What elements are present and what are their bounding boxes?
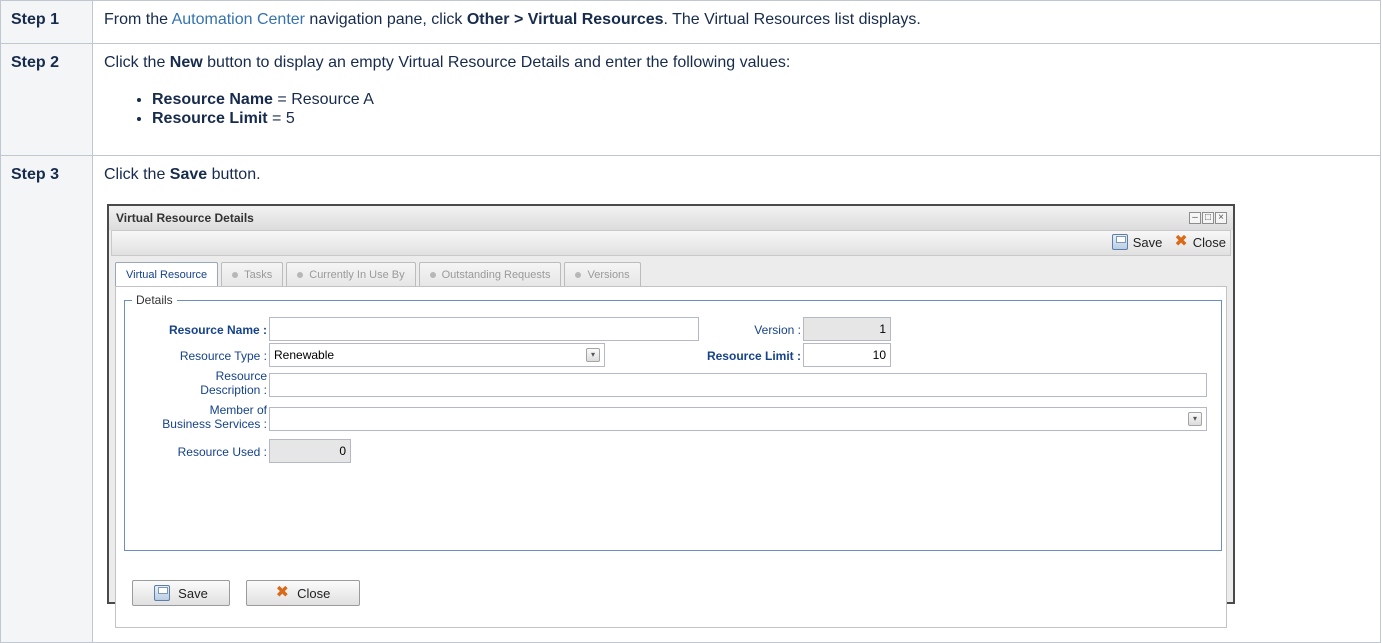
status-dot-icon (297, 271, 304, 278)
step-text: button. (207, 166, 261, 183)
save-icon (154, 585, 171, 601)
toolbar-buttons: Save ✖ Close (1111, 234, 1226, 250)
step-text: Click the (104, 166, 170, 183)
window-titlebar: Virtual Resource Details – □ × (109, 206, 1233, 230)
resource-description-label: Resource Description : (125, 369, 267, 397)
label-line: Member of (209, 403, 267, 417)
label-line: Resource (215, 369, 267, 383)
values-list: Resource Name = Resource A Resource Limi… (104, 90, 1370, 128)
tab-label: Virtual Resource (126, 268, 208, 281)
resource-limit-label: Resource Limit : (706, 349, 801, 363)
minimize-icon[interactable]: – (1189, 212, 1201, 224)
close-icon: ✖ (1174, 233, 1188, 250)
list-item: Resource Name = Resource A (152, 90, 1370, 109)
details-panel: Details Resource Name : Version : 1 Reso… (115, 286, 1227, 628)
steps-table: Step 1 From the Automation Center naviga… (0, 0, 1381, 643)
step-text: . The Virtual Resources list displays. (663, 11, 921, 28)
toolbar-save-label: Save (1132, 234, 1163, 250)
step-row: Step 2 Click the New button to display a… (0, 43, 1381, 156)
maximize-icon[interactable]: □ (1202, 212, 1214, 224)
version-label: Version : (754, 323, 801, 337)
chevron-down-icon[interactable]: ▾ (586, 348, 600, 362)
label-line: Description : (200, 383, 267, 397)
value-text: = Resource A (272, 91, 374, 108)
resource-type-value: Renewable (274, 348, 335, 362)
step-row: Step 3 Click the Save button. Virtual Re… (0, 155, 1381, 643)
value-text: = 5 (267, 110, 295, 127)
tab-versions[interactable]: Versions (564, 262, 641, 286)
step-text: From the (104, 11, 172, 28)
resource-used-field: 0 (269, 439, 351, 463)
toolbar-save-button[interactable]: Save (1111, 234, 1163, 250)
tab-currently-in-use-by[interactable]: Currently In Use By (286, 262, 416, 286)
value-name: Resource Name (152, 91, 273, 108)
chevron-down-icon[interactable]: ▾ (1188, 412, 1202, 426)
status-dot-icon (232, 271, 239, 278)
step-description: Click the Save button. Virtual Resource … (92, 155, 1381, 643)
automation-center-link[interactable]: Automation Center (172, 11, 305, 28)
toolbar-close-label: Close (1192, 234, 1226, 250)
save-button-label: Save (178, 585, 208, 601)
status-dot-icon (429, 271, 436, 278)
step-description: Click the New button to display an empty… (92, 43, 1381, 156)
business-services-select[interactable]: ▾ (269, 407, 1207, 431)
step-label: Step 1 (0, 0, 93, 44)
tab-label: Versions (587, 268, 630, 281)
save-icon (1111, 234, 1128, 250)
step-description: From the Automation Center navigation pa… (92, 0, 1381, 44)
virtual-resource-details-window: Virtual Resource Details – □ × Save ✖ Cl… (107, 204, 1235, 628)
fieldset-legend: Details (136, 293, 173, 307)
step-label: Step 2 (0, 43, 93, 156)
resource-description-input[interactable] (269, 373, 1207, 397)
list-item: Resource Limit = 5 (152, 109, 1370, 128)
label-line: Business Services : (162, 417, 267, 431)
value-name: Resource Limit (152, 110, 268, 127)
resource-type-select[interactable]: Renewable ▾ (269, 343, 605, 367)
window-toolbar: Save ✖ Close (111, 230, 1231, 256)
resource-type-label: Resource Type : (179, 349, 267, 363)
tab-label: Outstanding Requests (441, 268, 551, 281)
step-bold-text: Save (169, 166, 208, 183)
step-row: Step 1 From the Automation Center naviga… (0, 0, 1381, 44)
details-tabs: Virtual Resource Tasks Currently In Use … (115, 262, 1233, 286)
resource-used-label: Resource Used : (177, 445, 267, 459)
step-text: navigation pane, click (304, 11, 467, 28)
step-label: Step 3 (0, 155, 93, 643)
close-icon: ✖ (275, 584, 290, 601)
resource-name-label: Resource Name : (168, 323, 267, 337)
step-text: button to display an empty Virtual Resou… (202, 54, 791, 71)
tab-outstanding-requests[interactable]: Outstanding Requests (418, 262, 562, 286)
tab-virtual-resource[interactable]: Virtual Resource (115, 262, 219, 286)
resource-limit-input[interactable]: 10 (803, 343, 891, 367)
member-of-business-services-label: Member of Business Services : (125, 403, 267, 431)
window-controls: – □ × (1189, 212, 1227, 224)
step-bold-text: New (169, 54, 203, 71)
status-dot-icon (575, 271, 582, 278)
tab-label: Tasks (244, 268, 273, 281)
version-field: 1 (803, 317, 891, 341)
tab-tasks[interactable]: Tasks (221, 262, 284, 286)
save-button[interactable]: Save (132, 580, 230, 606)
window-title: Virtual Resource Details (116, 211, 254, 225)
resource-name-input[interactable] (269, 317, 699, 341)
toolbar-close-button[interactable]: ✖ Close (1174, 234, 1226, 250)
details-fieldset: Details Resource Name : Version : 1 Reso… (124, 293, 1222, 551)
close-window-icon[interactable]: × (1215, 212, 1227, 224)
step-text: Click the (104, 54, 170, 71)
step-bold-text: Other > Virtual Resources (466, 11, 664, 28)
close-button[interactable]: ✖ Close (246, 580, 360, 606)
close-button-label: Close (297, 585, 331, 601)
tab-label: Currently In Use By (309, 268, 405, 281)
